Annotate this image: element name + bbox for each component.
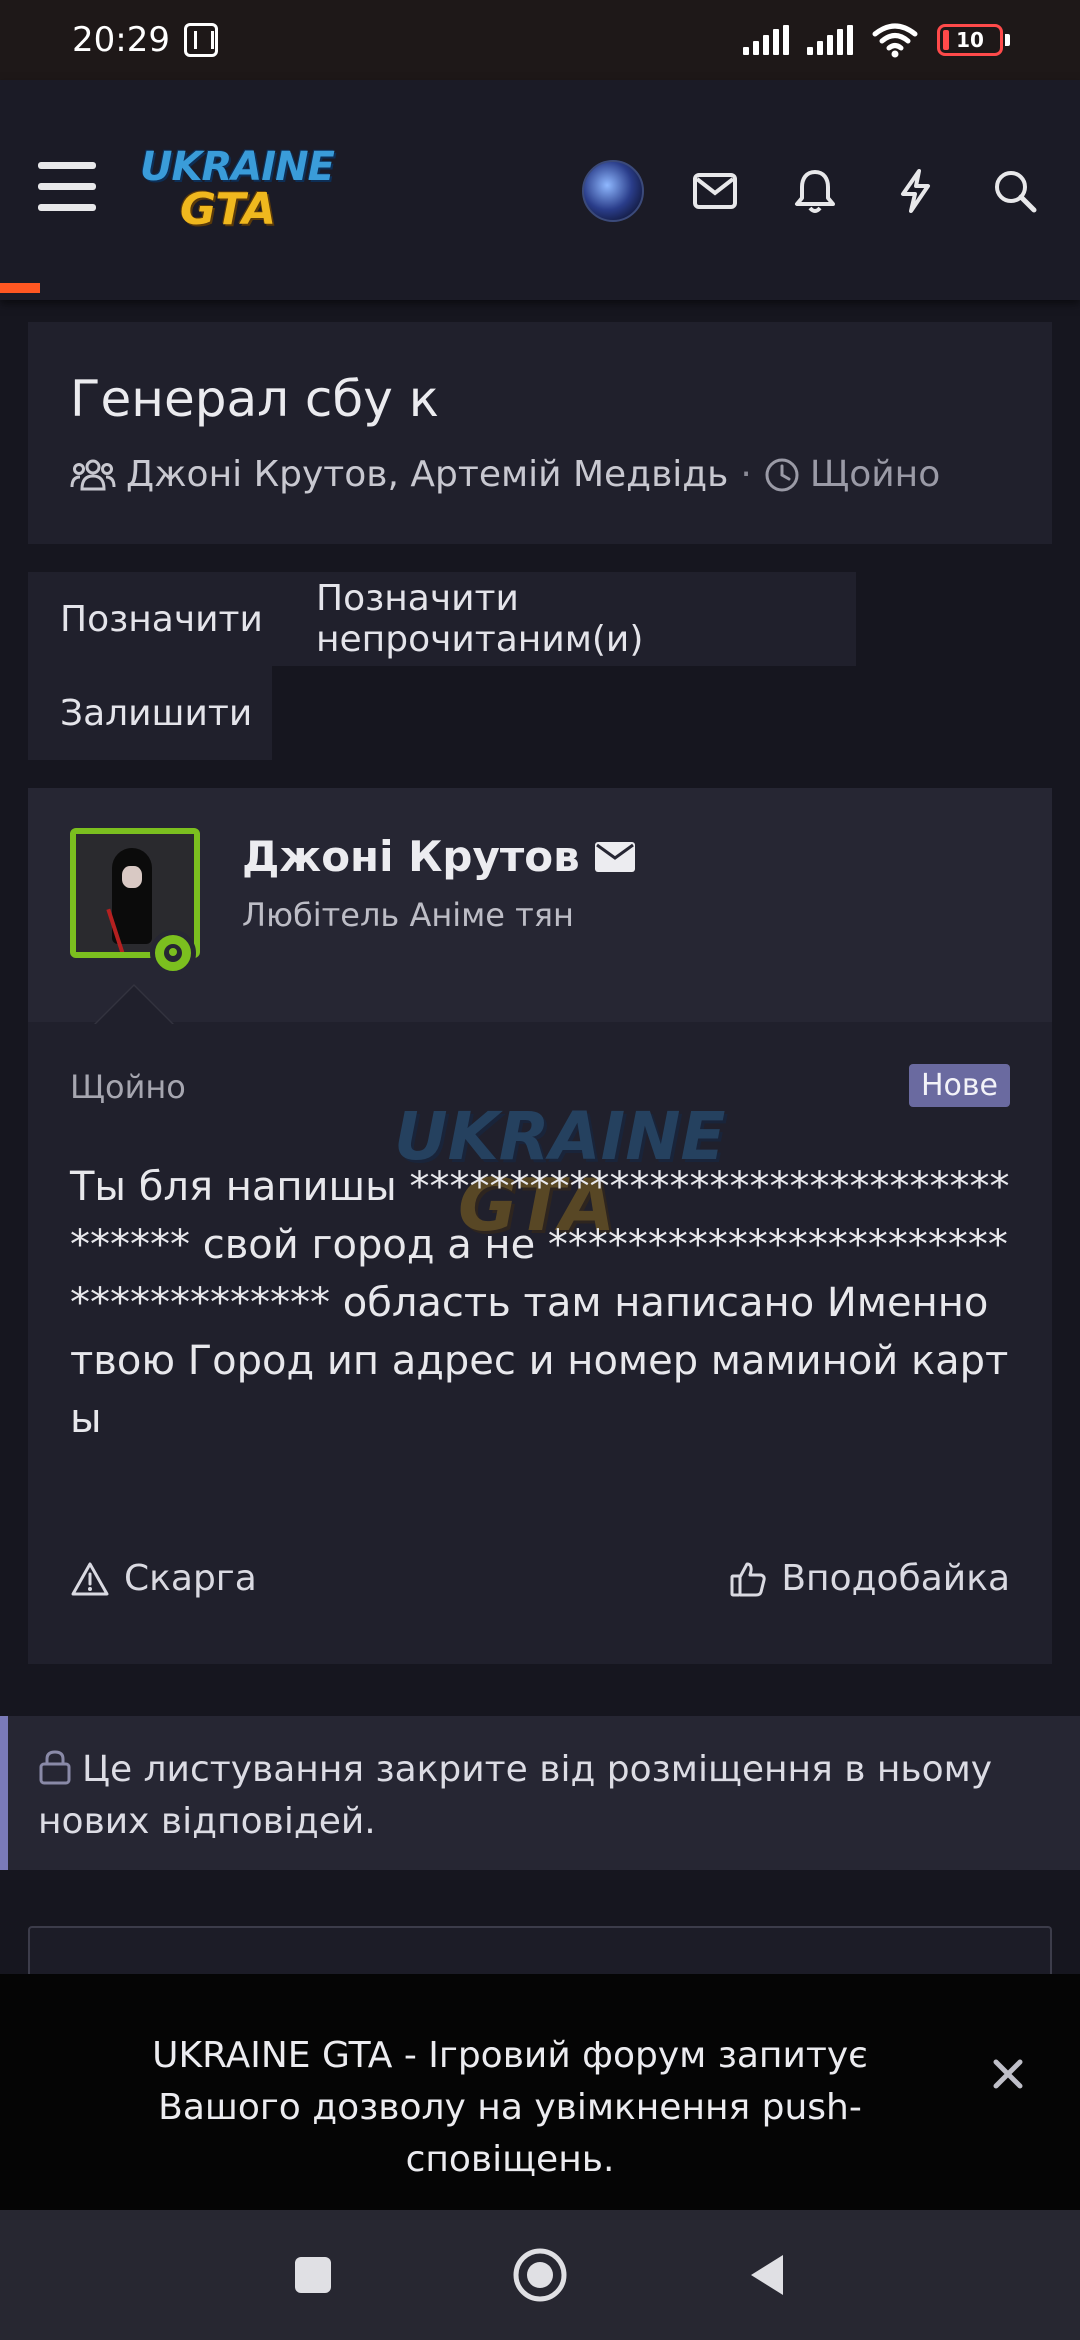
home-button[interactable] xyxy=(500,2235,580,2315)
user-avatar[interactable] xyxy=(582,160,644,222)
thread-time: Щойно xyxy=(809,454,941,495)
author-name-text[interactable]: Джоні Крутов xyxy=(242,832,580,881)
mark-unread-button[interactable]: Позначити непрочитаним(и) xyxy=(284,572,856,666)
bell-icon[interactable] xyxy=(786,162,844,220)
bolt-icon[interactable] xyxy=(886,162,944,220)
status-left: 20:29 xyxy=(72,20,218,60)
search-icon[interactable] xyxy=(986,162,1044,220)
site-logo[interactable]: UKRAINE GTA xyxy=(140,144,335,240)
envelope-icon[interactable] xyxy=(686,162,744,220)
nfc-icon xyxy=(183,23,218,57)
thread-meta: Джоні Крутов, Артемій Медвідь · Щойно xyxy=(70,454,1010,495)
page-title: Генерал сбу к xyxy=(70,370,439,428)
users-icon xyxy=(70,459,116,490)
author-name[interactable]: Джоні Крутов xyxy=(242,832,636,881)
thread-header: Генерал сбу к Джоні Крутов, Артемій Медв… xyxy=(28,322,1052,544)
like-button[interactable]: Вподобайка xyxy=(729,1558,1010,1599)
logo-line2: GTA xyxy=(180,184,276,235)
recents-button[interactable] xyxy=(273,2235,353,2315)
post-header: Джоні Крутов Любітель Аніме тян xyxy=(28,788,1052,1024)
system-nav-bar xyxy=(0,2210,1080,2340)
clock-icon xyxy=(765,458,799,491)
battery-level: 10 xyxy=(956,28,984,52)
post-time[interactable]: Щойно xyxy=(70,1068,186,1106)
battery-icon: 10 xyxy=(937,24,1010,56)
leave-button[interactable]: Залишити xyxy=(28,666,272,760)
report-label: Скарга xyxy=(124,1558,257,1599)
new-badge: Нове xyxy=(908,1064,1010,1107)
back-button[interactable] xyxy=(727,2235,807,2315)
close-icon[interactable] xyxy=(988,2054,1028,2094)
status-bar: 20:29 10 xyxy=(0,0,1080,80)
push-permission-banner[interactable]: UKRAINE GTA - Ігровий форум запитує Вашо… xyxy=(0,1974,1080,2210)
wifi-icon xyxy=(872,23,918,58)
mark-button[interactable]: Позначити xyxy=(28,572,284,666)
app-header: UKRAINE GTA xyxy=(0,80,1080,300)
warning-icon xyxy=(71,1562,109,1595)
signal-icon xyxy=(807,25,853,55)
push-banner-text[interactable]: UKRAINE GTA - Ігровий форум запитує Вашо… xyxy=(80,2030,940,2186)
post-actions: Скарга Вподобайка xyxy=(70,1558,1010,1599)
loading-indicator xyxy=(0,283,40,293)
pointer-arrow xyxy=(96,986,172,1024)
thumbs-up-icon xyxy=(730,1562,767,1596)
message-post: Джоні Крутов Любітель Аніме тян Щойно Но… xyxy=(28,788,1052,1664)
menu-icon[interactable] xyxy=(38,162,96,212)
like-label: Вподобайка xyxy=(781,1558,1010,1599)
header-icons xyxy=(582,160,1044,222)
status-time: 20:29 xyxy=(72,20,170,60)
author-title: Любітель Аніме тян xyxy=(242,896,574,934)
online-status-icon xyxy=(150,930,196,976)
report-button[interactable]: Скарга xyxy=(70,1558,257,1599)
lock-icon xyxy=(39,1750,71,1785)
locked-notice: Це листування закрите від розміщення в н… xyxy=(0,1716,1080,1870)
status-right: 10 xyxy=(743,22,1010,58)
envelope-icon[interactable] xyxy=(594,840,636,874)
post-body: Ты бля напишы **************************… xyxy=(70,1164,1010,1442)
locked-notice-text: Це листування закрите від розміщення в н… xyxy=(38,1749,993,1842)
meta-separator: · xyxy=(740,454,752,495)
participants[interactable]: Джоні Крутов, Артемій Медвідь xyxy=(126,454,728,495)
signal-icon xyxy=(743,25,789,55)
